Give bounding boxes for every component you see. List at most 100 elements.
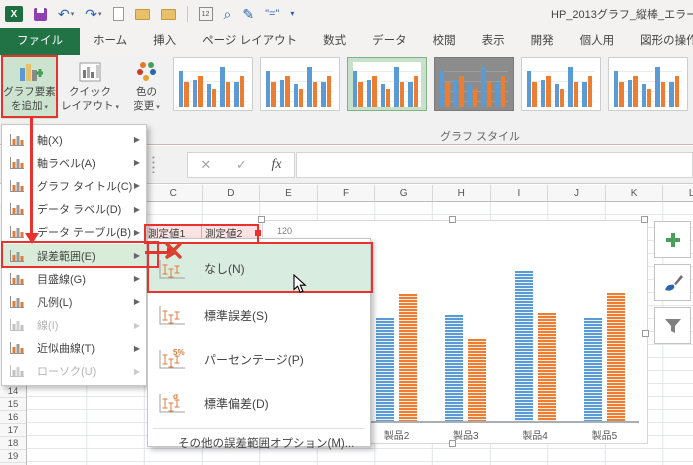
column-header[interactable]: D — [202, 185, 260, 202]
menu-item[interactable]: データ テーブル(B)▶ — [2, 221, 146, 244]
chart-bar-測定値2[interactable] — [468, 339, 486, 421]
column-header[interactable]: J — [547, 185, 605, 202]
menu-item[interactable]: 凡例(L)▶ — [2, 290, 146, 313]
chart-bar-測定値2[interactable] — [399, 294, 417, 421]
chart-handle[interactable] — [641, 216, 648, 223]
open-folder-icon[interactable] — [135, 9, 150, 20]
chart-elements-button[interactable] — [654, 221, 691, 258]
menu-item[interactable]: 誤差範囲(E)▶ — [2, 244, 146, 267]
folder-icon[interactable] — [161, 9, 176, 20]
quick-layout-button[interactable]: クイック レイアウト — [61, 56, 119, 119]
chart-bar-測定値1[interactable] — [584, 318, 602, 421]
chart-handle[interactable] — [642, 330, 649, 337]
submenu-item[interactable]: σ標準偏差(D) — [148, 381, 370, 425]
chart-bar-測定値1[interactable] — [445, 315, 463, 421]
column-header[interactable]: K — [605, 185, 663, 202]
save-icon[interactable] — [34, 8, 47, 21]
row-header[interactable]: 19 — [0, 450, 26, 463]
annotation-arrow-down-head — [25, 233, 39, 244]
chart-bar-測定値2[interactable] — [607, 293, 625, 421]
chart-filters-button[interactable] — [654, 307, 691, 344]
column-header[interactable]: E — [259, 185, 317, 202]
column-header[interactable]: I — [490, 185, 548, 202]
menu-item-label: 軸(X) — [37, 132, 134, 148]
more-error-bar-options-item[interactable]: その他の誤差範囲オプション(M)... — [148, 432, 370, 456]
column-header[interactable]: H — [432, 185, 490, 202]
ribbon-tab[interactable]: 数式 — [310, 28, 359, 55]
ribbon-tab[interactable]: ファイル — [0, 28, 80, 55]
y-axis-max-label: 120 — [277, 226, 292, 236]
annotation-arrow-down — [30, 117, 33, 234]
menu-item[interactable]: 近似曲線(T)▶ — [2, 337, 146, 360]
column-header[interactable]: F — [317, 185, 375, 202]
submenu-arrow-icon: ▶ — [134, 297, 140, 306]
undo-icon[interactable]: ↶▾ — [58, 7, 74, 21]
cells-count-icon[interactable]: 12 — [199, 7, 213, 21]
row-header[interactable]: 18 — [0, 437, 26, 450]
ribbon-tab[interactable]: データ — [359, 28, 420, 55]
excel-logo-icon[interactable]: X — [5, 6, 23, 22]
row-header[interactable]: 17 — [0, 424, 26, 437]
ribbon-tab[interactable]: 表示 — [469, 28, 518, 55]
chart-style-gallery — [173, 57, 692, 113]
chart-style-thumbnail[interactable] — [521, 57, 601, 111]
column-header[interactable]: C — [144, 185, 202, 202]
ribbon-tab[interactable]: 個人用 — [567, 28, 628, 55]
column-header[interactable]: G — [374, 185, 432, 202]
qat-customize-arrow-icon[interactable]: ▾ — [290, 10, 294, 18]
row-header[interactable]: 15 — [0, 398, 26, 411]
enter-icon[interactable]: ✓ — [236, 157, 247, 173]
insert-function-icon[interactable]: fx — [272, 157, 282, 173]
chart-style-thumbnail[interactable] — [347, 57, 427, 111]
menu-item-icon — [9, 133, 27, 147]
menu-item-label: ローソク(U) — [37, 363, 134, 379]
menu-item-label: 目盛線(G) — [37, 271, 134, 287]
ribbon-tab[interactable]: ホーム — [80, 28, 140, 55]
formula-bar-grip-icon[interactable] — [152, 155, 155, 173]
chart-bar-測定値1[interactable] — [515, 271, 533, 421]
chart-filters-funnel-icon — [663, 316, 683, 336]
chart-style-thumbnail[interactable] — [434, 57, 514, 111]
chart-handle[interactable] — [258, 216, 265, 223]
menu-item[interactable]: 目盛線(G)▶ — [2, 267, 146, 290]
chart-style-thumbnail[interactable] — [608, 57, 688, 111]
row-header[interactable]: 16 — [0, 411, 26, 424]
menu-item[interactable]: グラフ タイトル(C)▶ — [2, 174, 146, 197]
ribbon-tab[interactable]: 校閲 — [420, 28, 469, 55]
errorbar-none-icon — [157, 257, 191, 281]
ribbon-tab[interactable]: 開発 — [518, 28, 567, 55]
print-preview-icon[interactable]: ⌕ — [224, 7, 232, 21]
chart-handle[interactable] — [449, 440, 456, 447]
chart-style-thumbnail[interactable] — [260, 57, 340, 111]
redo-icon[interactable]: ↷▾ — [85, 7, 101, 21]
ribbon-tab[interactable]: 図形の操作 — [627, 28, 693, 55]
menu-item[interactable]: 軸(X)▶ — [2, 128, 146, 151]
menu-item[interactable]: 軸ラベル(A)▶ — [2, 151, 146, 174]
submenu-arrow-icon: ▶ — [134, 367, 140, 376]
annotation-cells-handle — [255, 230, 261, 236]
submenu-arrow-icon: ▶ — [134, 344, 140, 353]
equals-icon[interactable]: "=" — [265, 9, 279, 20]
edit-pen-icon[interactable]: ✎ — [242, 7, 254, 21]
add-chart-element-button[interactable]: グラフ要素 を追加 — [2, 56, 57, 119]
ribbon-tab[interactable]: ページ レイアウト — [189, 28, 310, 55]
chart-category-label: 製品5 — [574, 427, 634, 442]
change-colors-button[interactable]: 色の 変更 — [123, 56, 170, 119]
formula-input[interactable] — [296, 152, 693, 178]
submenu-arrow-icon: ▶ — [134, 321, 140, 330]
menu-item[interactable]: データ ラベル(D)▶ — [2, 198, 146, 221]
submenu-item[interactable]: 5%パーセンテージ(P) — [148, 337, 370, 381]
row-header[interactable]: 14 — [0, 385, 26, 398]
quick-layout-label: クイック — [61, 86, 119, 100]
chart-style-thumbnail[interactable] — [173, 57, 253, 111]
ribbon-tab[interactable]: 挿入 — [140, 28, 189, 55]
submenu-item[interactable]: 標準誤差(S) — [148, 293, 370, 337]
chart-styles-button[interactable] — [654, 264, 691, 301]
chart-bar-測定値2[interactable] — [538, 313, 556, 421]
new-file-icon[interactable] — [113, 7, 124, 21]
column-header[interactable]: L — [662, 185, 693, 202]
chart-bar-測定値1[interactable] — [376, 318, 394, 421]
cancel-icon[interactable]: ✕ — [200, 157, 211, 173]
menu-item-icon — [9, 249, 27, 263]
chart-handle[interactable] — [449, 216, 456, 223]
